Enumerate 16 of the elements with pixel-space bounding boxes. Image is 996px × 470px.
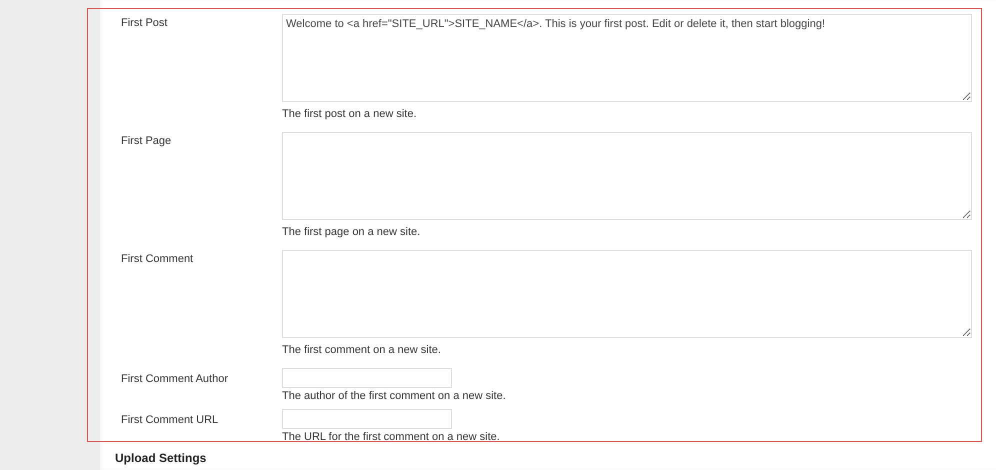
field-description: The first post on a new site. xyxy=(282,107,418,121)
field-description: The first comment on a new site. xyxy=(282,343,442,357)
field-label: First Post xyxy=(121,16,168,31)
text-field[interactable] xyxy=(282,409,452,429)
text-area[interactable]: Welcome to <a href="SITE_URL">SITE_NAME</a>. This is your first post. Edit or delete it, then start blogging! xyxy=(282,14,972,102)
field-description: The URL for the first comment on a new site. xyxy=(282,430,500,444)
text-area[interactable] xyxy=(282,250,972,338)
field-label: First Comment xyxy=(121,252,194,267)
field-label: First Comment Author xyxy=(121,372,229,387)
text-field[interactable] xyxy=(282,368,452,388)
field-description: The first page on a new site. xyxy=(282,225,422,239)
field-label: First Comment URL xyxy=(121,413,220,428)
field-description: The author of the first comment on a new site. xyxy=(282,389,506,403)
field-label: First Page xyxy=(121,134,172,149)
text-area[interactable] xyxy=(282,132,972,220)
section-heading: Upload Settings xyxy=(115,451,206,465)
